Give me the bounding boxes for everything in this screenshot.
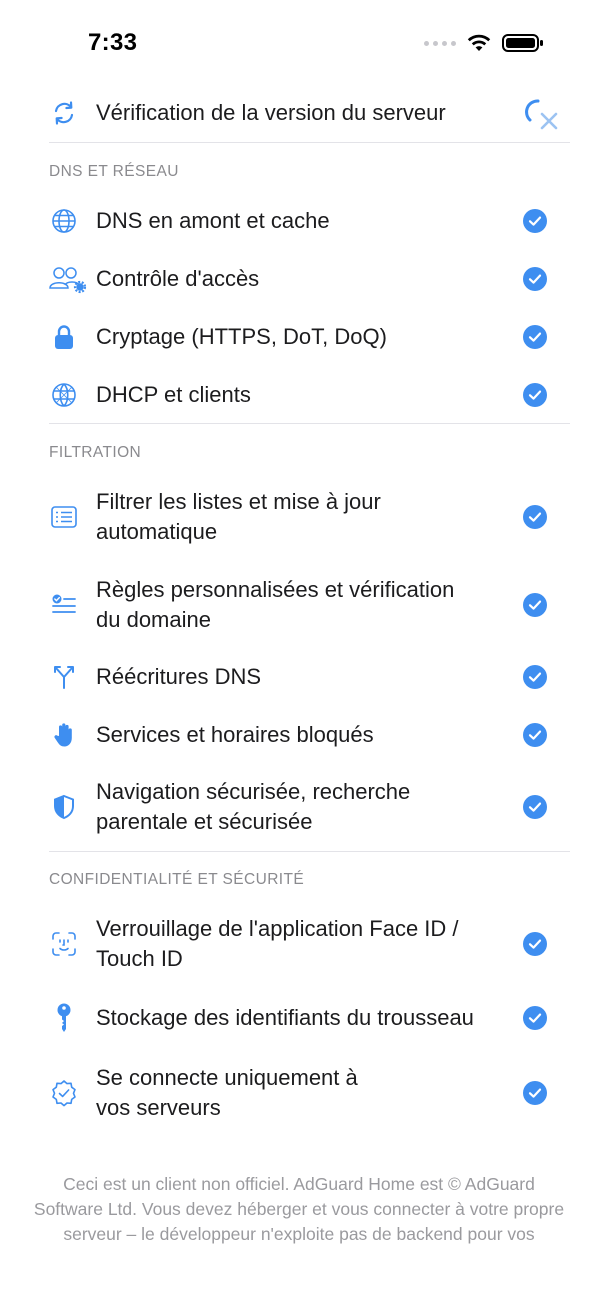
verified-badge-icon — [49, 1078, 79, 1108]
users-gear-icon — [49, 264, 89, 294]
list-item-filter-lists[interactable]: Filtrer les listes et mise à jour automa… — [0, 487, 598, 547]
rules-check-icon — [49, 590, 79, 620]
check-circle-icon — [523, 795, 547, 819]
check-circle-icon — [523, 267, 547, 291]
list-item-access-control[interactable]: Contrôle d'accès — [0, 264, 598, 294]
status-bar: 7:33 — [0, 0, 598, 88]
cellular-signal-icon — [424, 40, 456, 46]
list-item-label: Se connecte uniquement à vos serveurs — [96, 1065, 358, 1120]
check-circle-icon — [523, 1006, 547, 1030]
disclaimer-text: Ceci est un client non officiel. AdGuard… — [33, 1174, 565, 1252]
list-item-label: Contrôle d'accès — [96, 266, 260, 291]
check-circle-icon — [523, 665, 547, 689]
list-item-label: Services et horaires bloqués — [96, 722, 374, 747]
wifi-icon — [467, 34, 491, 51]
list-icon — [49, 502, 79, 532]
check-circle-icon — [523, 932, 547, 956]
shield-icon — [49, 792, 79, 822]
hand-icon — [49, 720, 79, 750]
section-header-dns: DNS ET RÉSEAU — [49, 163, 179, 180]
list-item-label: Réécritures DNS — [96, 664, 262, 689]
divider — [49, 851, 570, 852]
check-circle-icon — [523, 593, 547, 617]
list-item-dns-upstream[interactable]: DNS en amont et cache — [0, 206, 598, 236]
list-item-label: Cryptage (HTTPS, DoT, DoQ) — [96, 324, 387, 349]
list-item-safe-browsing[interactable]: Navigation sécurisée, recherche parental… — [0, 777, 598, 837]
check-circle-icon — [523, 723, 547, 747]
list-item-label: Verrouillage de l'application Face ID / … — [96, 916, 459, 971]
list-item-faceid-lock[interactable]: Verrouillage de l'application Face ID / … — [0, 914, 598, 974]
status-indicators — [424, 33, 544, 53]
list-item-label: DHCP et clients — [96, 382, 251, 407]
list-item-label: Stockage des identifiants du trousseau — [96, 1005, 474, 1030]
list-item-encryption[interactable]: Cryptage (HTTPS, DoT, DoQ) — [0, 322, 598, 352]
key-icon — [49, 1003, 79, 1033]
close-icon[interactable] — [536, 108, 562, 134]
list-item-dhcp[interactable]: DHCP et clients — [0, 380, 598, 410]
fork-icon — [49, 662, 79, 692]
list-item-keychain[interactable]: Stockage des identifiants du trousseau — [0, 1003, 598, 1033]
list-item-label: Règles personnalisées et vérification du… — [96, 577, 455, 632]
list-item-dns-rewrites[interactable]: Réécritures DNS — [0, 662, 598, 692]
list-item-label: DNS en amont et cache — [96, 208, 330, 233]
list-item-label: Navigation sécurisée, recherche parental… — [96, 779, 411, 834]
check-circle-icon — [523, 1081, 547, 1105]
list-item-label: Filtrer les listes et mise à jour automa… — [96, 489, 381, 544]
globe-icon — [49, 206, 79, 236]
check-circle-icon — [523, 209, 547, 233]
network-globe-icon — [49, 380, 79, 410]
refresh-icon — [49, 98, 79, 128]
check-circle-icon — [523, 505, 547, 529]
check-circle-icon — [523, 383, 547, 407]
check-circle-icon — [523, 325, 547, 349]
list-item-blocked-services[interactable]: Services et horaires bloqués — [0, 720, 598, 750]
server-version-row[interactable]: Vérification de la version du serveur — [0, 98, 598, 128]
section-header-privacy: CONFIDENTIALITÉ ET SÉCURITÉ — [49, 871, 305, 888]
faceid-icon — [49, 929, 79, 959]
status-time: 7:33 — [88, 29, 138, 56]
section-header-filtration: FILTRATION — [49, 444, 142, 461]
lock-icon — [49, 322, 79, 352]
list-item-custom-rules[interactable]: Règles personnalisées et vérification du… — [0, 575, 598, 635]
list-item-own-servers[interactable]: Se connecte uniquement à vos serveurs — [0, 1063, 598, 1123]
battery-icon — [502, 34, 543, 52]
divider — [49, 423, 570, 424]
server-version-label: Vérification de la version du serveur — [96, 100, 446, 125]
divider — [49, 142, 570, 143]
